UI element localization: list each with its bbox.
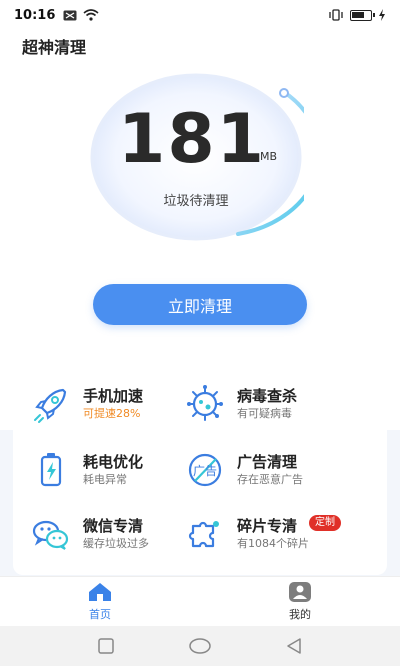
feature-grid: 手机加速 可提速28% 病毒查杀 有可疑病毒 耗电优化 耗电异常 广告 广告清理… [13, 357, 387, 575]
feature-subtitle: 耗电异常 [83, 473, 127, 486]
feature-subtitle: 有1084个碎片 [237, 537, 309, 550]
feature-title: 碎片专清 [237, 517, 298, 535]
status-bar: 10:16 [0, 0, 400, 30]
junk-size-unit: MB [260, 150, 278, 163]
feature-subtitle: 可提速28% [83, 407, 141, 420]
status-time: 10:16 [14, 7, 56, 23]
charging-icon [379, 9, 385, 21]
tab-home-label: 首页 [89, 608, 111, 621]
virus-icon [187, 385, 223, 421]
feature-subtitle: 缓存垃圾过多 [83, 537, 149, 550]
tab-profile-label: 我的 [289, 608, 311, 621]
message-icon [63, 10, 77, 20]
rocket-icon [34, 388, 67, 423]
back-icon[interactable] [286, 638, 302, 654]
feature-title: 耗电优化 [83, 453, 144, 471]
battery-icon [40, 453, 62, 487]
feature-battery-optimize[interactable]: 耗电优化 耗电异常 [29, 445, 209, 495]
recent-apps-icon[interactable] [97, 638, 114, 654]
tab-home[interactable]: 首页 [0, 577, 200, 626]
home-icon [89, 583, 111, 601]
custom-badge: 定制 [309, 515, 341, 531]
feature-title: 手机加速 [83, 387, 144, 405]
feature-title: 广告清理 [237, 453, 298, 471]
vibrate-icon [329, 9, 343, 21]
junk-caption: 垃圾待清理 [163, 194, 229, 209]
feature-title: 微信专清 [83, 517, 144, 535]
wifi-icon [83, 9, 99, 21]
ad-icon: 广告 [188, 453, 222, 487]
bottom-tab-bar: 首页 我的 [0, 576, 400, 626]
puzzle-icon [188, 521, 219, 548]
feature-title: 病毒查杀 [237, 387, 298, 405]
junk-size-value: 181 [118, 100, 266, 179]
feature-subtitle: 有可疑病毒 [237, 407, 292, 420]
feature-ad-clean[interactable]: 广告 广告清理 存在恶意广告 [183, 445, 363, 495]
svg-text:广告: 广告 [193, 464, 217, 478]
junk-gauge: 181 MB 垃圾待清理 [88, 72, 304, 242]
feature-virus-scan[interactable]: 病毒查杀 有可疑病毒 [183, 379, 363, 429]
wechat-icon [32, 520, 69, 550]
feature-phone-boost[interactable]: 手机加速 可提速28% [29, 379, 209, 429]
feature-wechat-clean[interactable]: 微信专清 缓存垃圾过多 [29, 509, 209, 559]
home-button-icon[interactable] [189, 638, 211, 654]
system-navigation-bar [0, 626, 400, 666]
battery-status-icon [350, 9, 375, 21]
profile-icon [289, 582, 311, 602]
clean-now-button[interactable]: 立即清理 [93, 284, 307, 325]
app-title: 超神清理 [22, 38, 87, 57]
tab-profile[interactable]: 我的 [200, 577, 400, 626]
feature-subtitle: 存在恶意广告 [237, 473, 303, 486]
